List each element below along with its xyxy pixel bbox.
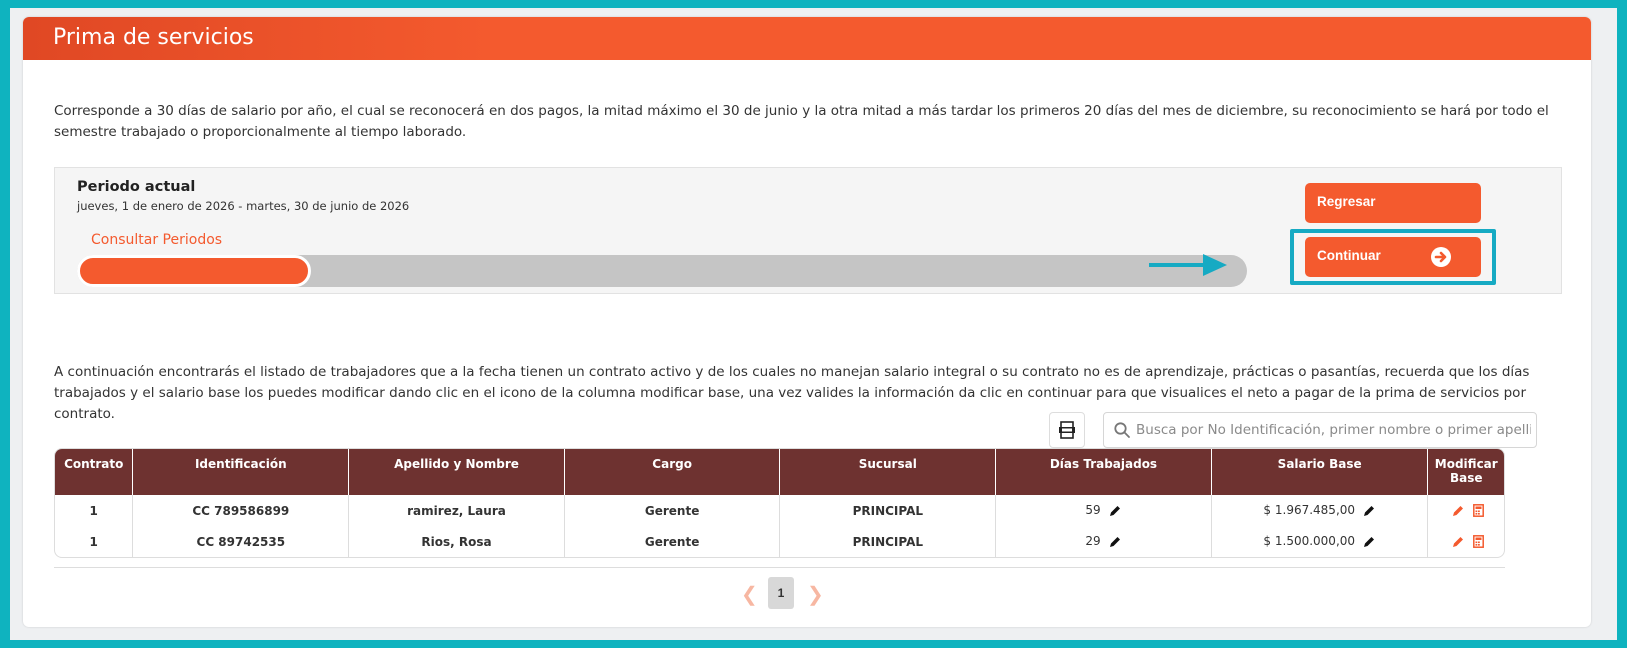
pencil-icon[interactable]	[1451, 535, 1465, 549]
cell-dias: 29	[995, 526, 1212, 557]
table-row: 1 CC 789586899 ramirez, Laura Gerente PR…	[55, 495, 1504, 526]
period-title: Periodo actual	[77, 179, 196, 195]
search-input[interactable]	[1136, 418, 1531, 442]
back-button-label: Regresar	[1317, 194, 1376, 209]
cell-salario: $ 1.967.485,00	[1211, 495, 1429, 526]
export-excel-button[interactable]	[1049, 412, 1085, 448]
column-header: Identificación	[132, 449, 350, 495]
column-header: Cargo	[564, 449, 781, 495]
table-bottom-divider	[54, 567, 1505, 568]
continue-highlight	[1290, 229, 1496, 285]
arrow-pointer-icon	[1149, 254, 1227, 276]
pencil-icon[interactable]	[1362, 535, 1376, 549]
pencil-icon[interactable]	[1362, 504, 1376, 518]
page-title: Prima de servicios	[23, 17, 1591, 60]
page-frame: Prima de servicios Corresponde a 30 días…	[10, 8, 1617, 640]
cell-identificacion: CC 89742535	[132, 526, 350, 557]
period-panel: Periodo actual jueves, 1 de enero de 202…	[54, 167, 1562, 294]
column-header: Sucursal	[779, 449, 997, 495]
page-description: Corresponde a 30 días de salario por año…	[54, 103, 1549, 140]
search-icon	[1114, 422, 1130, 438]
consult-periods-link[interactable]: Consultar Periodos	[91, 232, 222, 248]
calculator-icon[interactable]	[1473, 535, 1485, 549]
cell-contrato: 1	[55, 526, 134, 557]
workers-table: Contrato Identificación Apellido y Nombr…	[54, 448, 1505, 558]
table-row: 1 CC 89742535 Rios, Rosa Gerente PRINCIP…	[55, 526, 1504, 557]
pencil-icon[interactable]	[1108, 504, 1122, 518]
cell-contrato: 1	[55, 495, 134, 526]
back-button[interactable]: Regresar	[1305, 183, 1481, 223]
period-progress-bar	[77, 255, 1247, 287]
chevron-left-icon[interactable]: ❮	[741, 582, 758, 607]
period-dates: jueves, 1 de enero de 2026 - martes, 30 …	[77, 199, 410, 213]
pencil-icon[interactable]	[1451, 504, 1465, 518]
cell-modificar	[1428, 495, 1504, 526]
cell-cargo: Gerente	[564, 526, 781, 557]
cell-identificacion: CC 789586899	[132, 495, 350, 526]
cell-salario: $ 1.500.000,00	[1211, 526, 1429, 557]
salario-value: $ 1.967.485,00	[1263, 503, 1356, 518]
chevron-right-icon[interactable]: ❯	[807, 582, 824, 607]
period-progress-fill	[77, 255, 311, 287]
pencil-icon[interactable]	[1108, 535, 1122, 549]
cell-nombre: ramirez, Laura	[348, 495, 565, 526]
cell-cargo: Gerente	[564, 495, 781, 526]
calculator-icon[interactable]	[1473, 504, 1485, 518]
column-header: Salario Base	[1211, 449, 1429, 495]
cell-dias: 59	[995, 495, 1212, 526]
column-header: Apellido y Nombre	[348, 449, 565, 495]
column-header: Modificar Base	[1427, 449, 1504, 495]
search-field[interactable]	[1103, 412, 1537, 448]
column-header: Días Trabajados	[995, 449, 1212, 495]
cell-sucursal: PRINCIPAL	[779, 526, 997, 557]
dias-value: 59	[1085, 503, 1101, 518]
table-header-row: Contrato Identificación Apellido y Nombr…	[55, 449, 1504, 495]
column-header: Contrato	[55, 449, 134, 495]
dias-value: 29	[1085, 534, 1101, 549]
cell-modificar	[1428, 526, 1504, 557]
cell-nombre: Rios, Rosa	[348, 526, 565, 557]
salario-value: $ 1.500.000,00	[1263, 534, 1356, 549]
main-card: Prima de servicios Corresponde a 30 días…	[23, 17, 1591, 627]
cell-sucursal: PRINCIPAL	[779, 495, 997, 526]
export-excel-icon	[1059, 421, 1075, 439]
page-button[interactable]: 1	[768, 577, 794, 609]
